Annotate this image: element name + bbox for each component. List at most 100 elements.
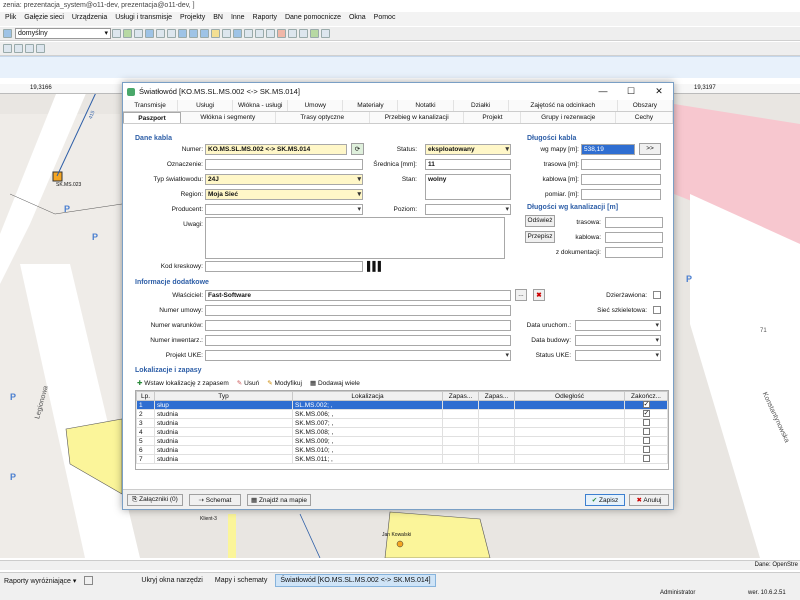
uwagi-textarea[interactable]	[205, 217, 505, 259]
tab-trasy[interactable]: Trasy optyczne	[276, 112, 370, 123]
region-select[interactable]: Moja Sieć	[205, 189, 363, 200]
zakonczenie-checkbox[interactable]	[642, 401, 650, 409]
menu-dane[interactable]: Dane pomocnicze	[285, 14, 341, 21]
siec-szkiel-checkbox[interactable]	[653, 306, 661, 314]
menu-pomoc[interactable]: Pomoc	[374, 14, 396, 21]
tool-icon[interactable]	[310, 29, 319, 38]
usun-button[interactable]: ✎ Usuń	[237, 379, 259, 387]
menu-raporty[interactable]: Raporty	[253, 14, 278, 21]
znajdz-button[interactable]: ▦ Znajdź na mapie	[247, 494, 311, 506]
zakonczenie-checkbox[interactable]	[642, 410, 650, 418]
k-trasowa-field[interactable]	[605, 217, 663, 228]
tool-icon[interactable]	[134, 29, 143, 38]
wg-mapy-field[interactable]: 538,19	[581, 144, 635, 155]
menu-uslugi[interactable]: Usługi i transmisje	[115, 14, 172, 21]
tool-icon[interactable]	[233, 29, 242, 38]
tool-icon[interactable]	[222, 29, 231, 38]
close-icon[interactable]: ✕	[645, 86, 673, 97]
tool-icon[interactable]	[321, 29, 330, 38]
table-row[interactable]: 7 studnia SK.MS.011; ,	[136, 454, 668, 464]
nr-inwentarz-field[interactable]	[205, 335, 511, 346]
table-row[interactable]: 6 studnia SK.MS.010; ,	[136, 445, 668, 455]
tab-wlokna-uslugi[interactable]: Włókna - usługi	[233, 100, 289, 111]
tool-icon[interactable]	[3, 44, 12, 53]
data-bud-field[interactable]	[575, 335, 661, 346]
locations-grid[interactable]: Lp. Typ Lokalizacja Zapas... Zapas... Od…	[135, 390, 669, 470]
browse-button[interactable]: ...	[515, 289, 527, 301]
tool-icon[interactable]	[266, 29, 275, 38]
kablowa-field[interactable]	[581, 174, 661, 185]
dodawaj-button[interactable]: ▦ Dodawaj wiele	[310, 379, 360, 387]
table-row[interactable]: 4 studnia SK.MS.008; ,	[136, 427, 668, 437]
tool-icon[interactable]	[156, 29, 165, 38]
tool-icon[interactable]	[189, 29, 198, 38]
odswiez-button[interactable]: Odśwież	[525, 215, 555, 227]
menu-urzadzenia[interactable]: Urządzenia	[72, 14, 107, 21]
menu-projekty[interactable]: Projekty	[180, 14, 205, 21]
wstaw-button[interactable]: ✚ Wstaw lokalizację z zapasem	[137, 379, 229, 387]
data-uruch-field[interactable]	[575, 320, 661, 331]
mapy-tab[interactable]: Mapy i schematy	[211, 575, 272, 586]
search-icon[interactable]	[3, 29, 12, 38]
tab-umowy[interactable]: Umowy	[288, 100, 344, 111]
wlasciciel-field[interactable]: Fast-Software	[205, 290, 511, 301]
tool-icon[interactable]	[167, 29, 176, 38]
table-row[interactable]: 5 studnia SK.MS.009; ,	[136, 436, 668, 446]
k-kablowa-field[interactable]	[605, 232, 663, 243]
tool-icon[interactable]	[288, 29, 297, 38]
tool-icon[interactable]	[36, 44, 45, 53]
tool-icon[interactable]	[14, 44, 23, 53]
tool-icon[interactable]	[123, 29, 132, 38]
srednica-field[interactable]: 11	[425, 159, 511, 170]
table-row[interactable]: 1 słup SL.MS.002; ,	[136, 400, 668, 410]
menu-okna[interactable]: Okna	[349, 14, 366, 21]
stan-field[interactable]: wolny	[425, 174, 511, 200]
tab-materialy[interactable]: Materiały	[343, 100, 399, 111]
tool-icon[interactable]	[112, 29, 121, 38]
przepisz-button[interactable]: Przepisz	[525, 231, 555, 243]
zakonczenie-checkbox[interactable]	[642, 446, 650, 454]
dialog-titlebar[interactable]: Światłowód [KO.MS.SL.MS.002 <-> SK.MS.01…	[123, 83, 673, 100]
schemat-button[interactable]: ⇢ Schemat	[189, 494, 241, 506]
zakonczenie-checkbox[interactable]	[642, 419, 650, 427]
table-row[interactable]: 2 studnia SK.MS.006; ,	[136, 409, 668, 419]
toggle-checkbox[interactable]	[84, 576, 94, 585]
barcode-icon[interactable]: ▌▌▌	[367, 261, 384, 271]
col-zapas2[interactable]: Zapas...	[478, 391, 515, 401]
trasowa-field[interactable]	[581, 159, 661, 170]
nr-umowy-field[interactable]	[205, 305, 511, 316]
tab-przebieg[interactable]: Przebieg w kanalizacji	[370, 112, 465, 123]
raporty-dropdown[interactable]: Raporty wyróżniające ▾	[0, 575, 80, 587]
ukryj-button[interactable]: Ukryj okna narzędzi	[137, 575, 206, 586]
tab-paszport[interactable]: Paszport	[123, 112, 182, 123]
col-zapas1[interactable]: Zapas...	[442, 391, 479, 401]
col-zakonczenie[interactable]: Zakończ...	[624, 391, 668, 401]
clear-icon[interactable]: ✖	[533, 289, 545, 301]
tab-projekt[interactable]: Projekt	[464, 112, 522, 123]
more-button[interactable]: >>	[639, 143, 661, 155]
zakonczenie-checkbox[interactable]	[642, 428, 650, 436]
z-dok-field[interactable]	[605, 247, 663, 258]
tool-icon[interactable]	[255, 29, 264, 38]
table-row[interactable]: 3 studnia SK.MS.007; ,	[136, 418, 668, 428]
tool-icon[interactable]	[200, 29, 209, 38]
menu-galezie[interactable]: Gałęzie sieci	[24, 14, 64, 21]
active-window-tab[interactable]: Światłowód [KO.MS.SL.MS.002 <-> SK.MS.01…	[275, 574, 436, 587]
tab-grupy[interactable]: Grupy i rezerwacje	[521, 112, 616, 123]
nr-warunkow-field[interactable]	[205, 320, 511, 331]
tool-icon[interactable]	[145, 29, 154, 38]
numer-field[interactable]: KO.MS.SL.MS.002 <-> SK.MS.014	[205, 144, 347, 155]
anuluj-button[interactable]: ✖ Anuluj	[629, 494, 669, 506]
tool-icon[interactable]	[299, 29, 308, 38]
tab-zajetosc[interactable]: Zajętość na odcinkach	[509, 100, 618, 111]
menu-inne[interactable]: Inne	[231, 14, 245, 21]
producent-select[interactable]	[205, 204, 363, 215]
maximize-icon[interactable]: ☐	[617, 86, 645, 97]
tab-transmisje[interactable]: Transmisje	[123, 100, 179, 111]
layer-combo[interactable]: domyślny	[15, 28, 111, 39]
projekt-uke-select[interactable]	[205, 350, 511, 361]
status-uke-select[interactable]	[575, 350, 661, 361]
col-odleglosc[interactable]: Odległość	[514, 391, 625, 401]
dzierzawiona-checkbox[interactable]	[653, 291, 661, 299]
tab-cechy[interactable]: Cechy	[616, 112, 673, 123]
